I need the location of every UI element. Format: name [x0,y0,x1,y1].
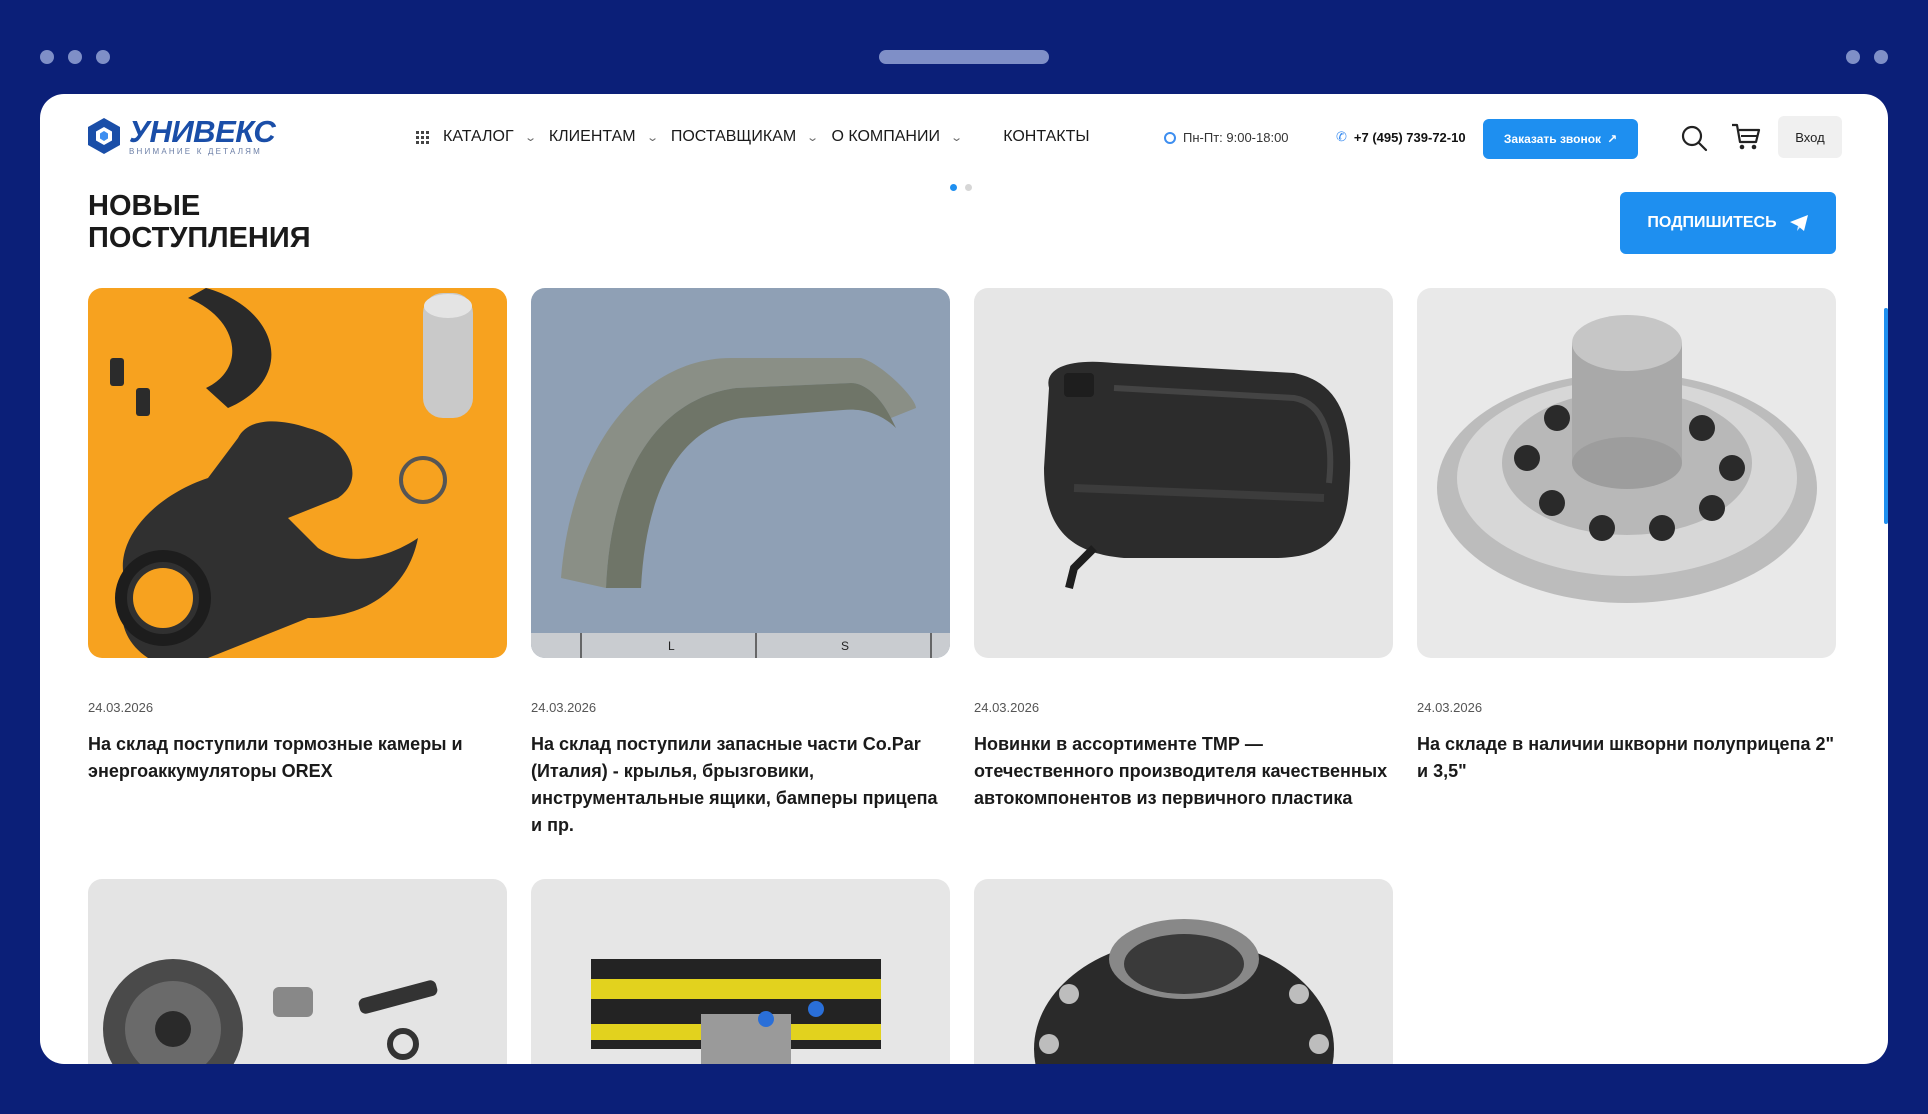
news-card[interactable] [531,879,950,1064]
arrow-up-right-icon: ↗ [1607,132,1618,146]
card-image [88,288,507,658]
card-date: 24.03.2026 [1417,700,1483,715]
card-image [88,879,507,1064]
card-image: L S [531,288,950,658]
chevron-down-icon: ⌄ [523,131,537,144]
nav-item-contacts[interactable]: КОНТАКТЫ [1003,128,1089,146]
news-card[interactable] [88,879,507,1064]
nav-item-catalog[interactable]: КАТАЛОГ ⌄ [416,128,537,146]
window-dots-right [1846,50,1888,64]
subscribe-button[interactable]: ПОДПИШИТЕСЬ [1620,192,1836,254]
chevron-down-icon: ⌄ [645,131,659,144]
scrollbar-thumb[interactable] [1884,308,1888,524]
window-handle [879,50,1049,64]
plastic-tank-image [1044,361,1351,589]
card-date: 24.03.2026 [88,700,154,715]
logo-name: УНИВЕКС [129,114,276,149]
card-date: 24.03.2026 [531,700,597,715]
logo-tagline: ВНИМАНИЕ К ДЕТАЛЯМ [129,147,263,156]
clutch-kit-image [103,959,438,1064]
callback-button[interactable]: Заказать звонок ↗ [1483,119,1638,159]
clock-icon [1164,131,1176,144]
subscribe-label: ПОДПИШИТЕСЬ [1647,214,1777,231]
brake-parts-image [110,288,473,658]
cart-icon[interactable] [1730,122,1762,152]
main-nav: КАТАЛОГ ⌄ КЛИЕНТАМ ⌄ ПОСТАВЩИКАМ ⌄ О КОМ… [416,128,1104,146]
chevron-down-icon: ⌄ [806,131,820,144]
window-dots-left [40,50,110,64]
browser-window: УНИВЕКС ВНИМАНИЕ К ДЕТАЛЯМ КАТАЛОГ ⌄ КЛИ… [40,94,1888,1064]
card-title[interactable]: На склад поступили запасные части Co.Par… [531,731,950,839]
news-card[interactable]: 24.03.2026 На складе в наличии шкворни п… [1417,288,1836,785]
card-title[interactable]: На складе в наличии шкворни полуприцепа … [1417,731,1836,785]
nav-item-suppliers[interactable]: ПОСТАВЩИКАМ ⌄ [670,128,820,146]
phone-link[interactable]: ✆ +7 (495) 739-72-10 [1336,129,1466,145]
image-label-l: L [668,639,675,653]
grid-icon [416,130,429,144]
news-card[interactable] [974,879,1393,1064]
nav-label: КАТАЛОГ [443,128,514,145]
card-date: 24.03.2026 [974,700,1040,715]
chevron-down-icon: ⌄ [950,131,964,144]
nav-item-about[interactable]: О КОМПАНИИ ⌄ [831,128,964,146]
logo-hexagon-icon [88,118,120,154]
news-card[interactable]: 24.03.2026 На склад поступили тормозные … [88,288,507,785]
card-image [974,288,1393,658]
phone-number: +7 (495) 739-72-10 [1353,129,1466,145]
card-image [531,879,950,1064]
hours-text: Пн-Пт: 9:00-18:00 [1183,130,1289,145]
kingpin-image [1437,315,1817,603]
valve-module-image [591,959,881,1064]
telegram-icon [1789,215,1808,231]
working-hours: Пн-Пт: 9:00-18:00 [1164,130,1289,145]
nav-label: ПОСТАВЩИКАМ [670,128,797,145]
news-card[interactable]: 24.03.2026 Новинки в ассортименте ТМР — … [974,288,1393,812]
nav-item-clients[interactable]: КЛИЕНТАМ ⌄ [548,128,659,146]
fender-image: L S [531,358,950,658]
login-button[interactable]: Вход [1778,116,1842,158]
slider-pagination [950,184,972,191]
pagination-dot[interactable] [965,184,972,191]
section-title: НОВЫЕ ПОСТУПЛЕНИЯ [88,190,311,254]
image-label-s: S [841,639,849,653]
wheel-hub-image [1034,919,1334,1064]
callback-label: Заказать звонок [1503,132,1602,146]
logo[interactable]: УНИВЕКС ВНИМАНИЕ К ДЕТАЛЯМ [87,114,276,156]
nav-label: КЛИЕНТАМ [548,128,636,145]
pagination-dot[interactable] [950,184,957,191]
card-image [1417,288,1836,658]
phone-icon: ✆ [1336,129,1347,144]
news-card[interactable]: L S 24.03.2026 На склад поступили запасн… [531,288,950,839]
card-title[interactable]: Новинки в ассортименте ТМР — отечественн… [974,731,1393,812]
card-title[interactable]: На склад поступили тормозные камеры и эн… [88,731,507,785]
search-icon[interactable] [1680,124,1708,152]
nav-label: О КОМПАНИИ [831,128,940,145]
nav-label: КОНТАКТЫ [1003,128,1090,145]
site-header: УНИВЕКС ВНИМАНИЕ К ДЕТАЛЯМ КАТАЛОГ ⌄ КЛИ… [40,94,1888,180]
card-image [974,879,1393,1064]
